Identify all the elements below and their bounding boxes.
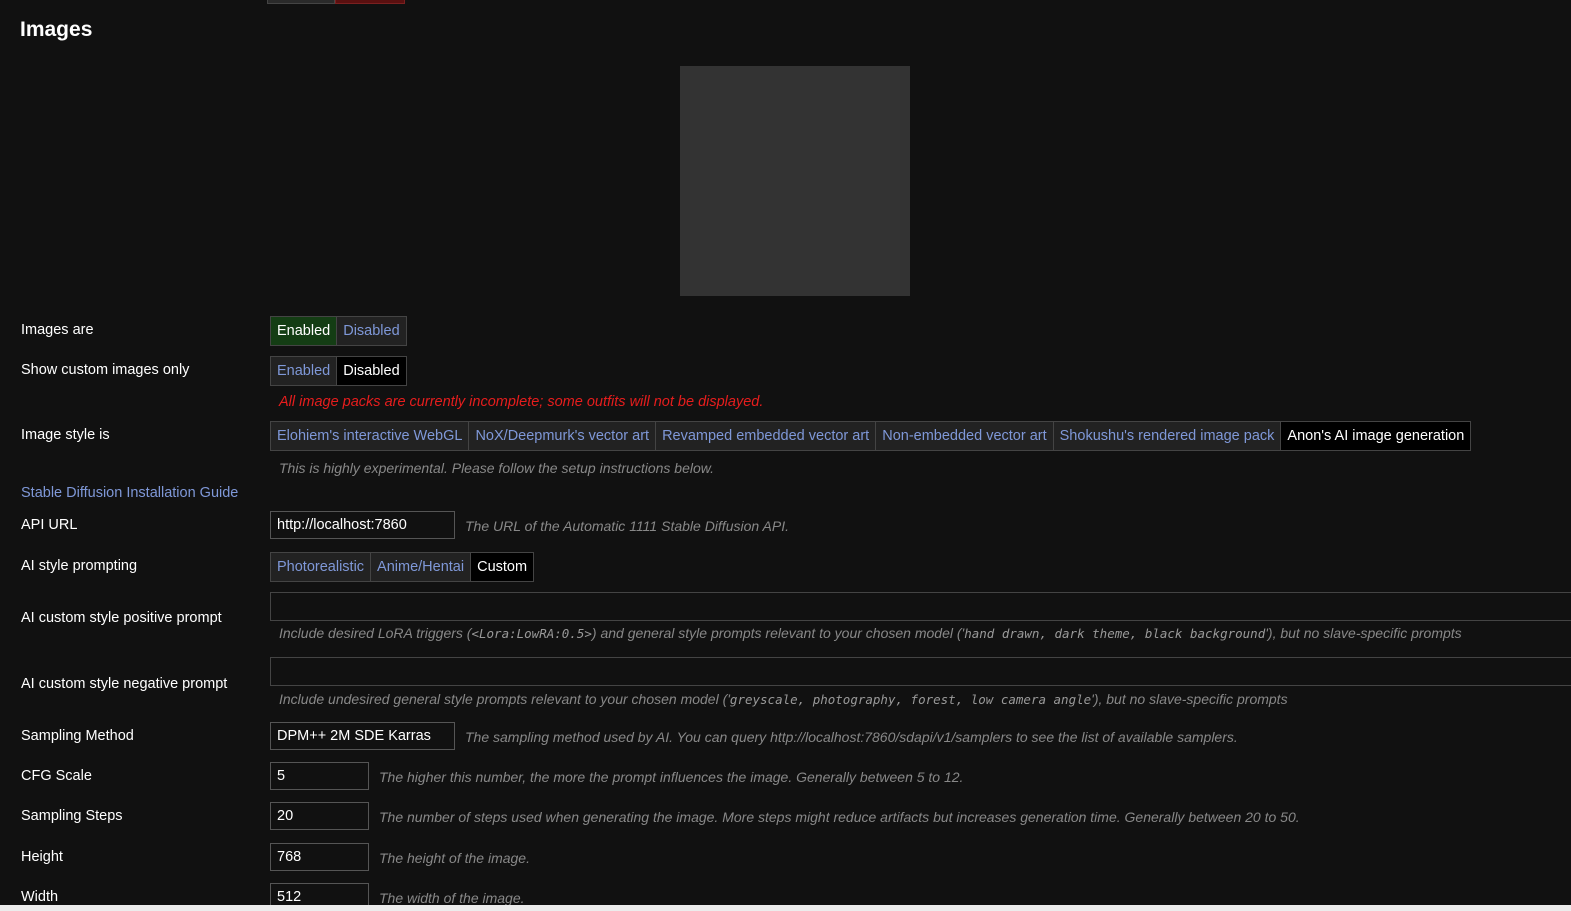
api-url-note: The URL of the Automatic 1111 Stable Dif… (465, 518, 789, 534)
sampling-steps-note: The number of steps used when generating… (379, 809, 1300, 825)
ai-style-photorealistic-button[interactable]: Photorealistic (271, 553, 372, 581)
positive-note-part-2: ) and general style prompts relevant to … (591, 625, 965, 641)
style-shokushu-button[interactable]: Shokushu's rendered image pack (1053, 422, 1282, 450)
sampling-steps-input[interactable] (270, 802, 369, 830)
style-nonembedded-vector-button[interactable]: Non-embedded vector art (876, 422, 1054, 450)
top-tab-left[interactable] (267, 0, 335, 4)
positive-note-code-1: <Lora:LowRA:0.5> (471, 626, 592, 641)
style-webgl-button[interactable]: Elohiem's interactive WebGL (271, 422, 470, 450)
negative-prompt-note: Include undesired general style prompts … (279, 691, 1288, 707)
image-style-selector: Elohiem's interactive WebGL NoX/Deepmurk… (270, 421, 1472, 451)
width-note: The width of the image. (379, 890, 525, 906)
sampling-method-note: The sampling method used by AI. You can … (465, 729, 1238, 745)
show-custom-label: Show custom images only (21, 362, 190, 378)
sampling-method-input[interactable] (270, 722, 455, 750)
style-nox-vector-button[interactable]: NoX/Deepmurk's vector art (469, 422, 657, 450)
api-url-input[interactable] (270, 511, 455, 539)
ai-style-label: AI style prompting (21, 558, 138, 574)
sampling-method-label: Sampling Method (21, 728, 134, 744)
negative-note-part-1: Include undesired general style prompts … (279, 691, 730, 707)
positive-note-part-3: '), but no slave-specific prompts (1265, 625, 1462, 641)
images-disabled-button[interactable]: Disabled (337, 317, 406, 345)
negative-note-part-2: '), but no slave-specific prompts (1091, 691, 1288, 707)
show-custom-toggle: Enabled Disabled (270, 356, 407, 386)
top-tab-strip (267, 0, 405, 4)
positive-note-code-2: hand drawn, dark theme, black background (964, 626, 1266, 641)
negative-prompt-input[interactable] (270, 657, 1571, 686)
page-title: Images (20, 18, 93, 41)
window-bottom-edge (0, 905, 1571, 911)
images-are-toggle: Enabled Disabled (270, 316, 407, 346)
height-note: The height of the image. (379, 850, 530, 866)
style-ai-generation-button[interactable]: Anon's AI image generation (1281, 422, 1471, 450)
ai-style-selector: Photorealistic Anime/Hentai Custom (270, 552, 535, 582)
height-label: Height (21, 849, 63, 865)
images-enabled-button[interactable]: Enabled (271, 317, 338, 345)
height-input[interactable] (270, 843, 369, 871)
api-url-label: API URL (21, 517, 78, 533)
sampling-steps-label: Sampling Steps (21, 808, 123, 824)
negative-prompt-label: AI custom style negative prompt (21, 676, 228, 692)
settings-page: Images Images are Enabled Disabled Show … (0, 0, 1571, 911)
show-custom-disabled-button[interactable]: Disabled (337, 357, 406, 385)
positive-prompt-input[interactable] (270, 592, 1571, 621)
image-pack-warning: All image packs are currently incomplete… (279, 394, 764, 410)
positive-prompt-note: Include desired LoRA triggers (<Lora:Low… (279, 625, 1462, 641)
image-style-note: This is highly experimental. Please foll… (279, 460, 714, 476)
show-custom-enabled-button[interactable]: Enabled (271, 357, 338, 385)
cfg-scale-note: The higher this number, the more the pro… (379, 769, 964, 785)
image-style-label: Image style is (21, 427, 110, 443)
width-label: Width (21, 889, 59, 905)
cfg-scale-label: CFG Scale (21, 768, 92, 784)
positive-prompt-label: AI custom style positive prompt (21, 610, 222, 626)
negative-note-code-1: greyscale, photography, forest, low came… (729, 692, 1092, 707)
image-preview (680, 66, 910, 296)
ai-style-anime-button[interactable]: Anime/Hentai (371, 553, 472, 581)
sd-install-guide-link[interactable]: Stable Diffusion Installation Guide (21, 485, 238, 501)
images-are-label: Images are (21, 322, 94, 338)
cfg-scale-input[interactable] (270, 762, 369, 790)
top-tab-right[interactable] (335, 0, 405, 4)
ai-style-custom-button[interactable]: Custom (471, 553, 534, 581)
positive-note-part-1: Include desired LoRA triggers ( (279, 625, 472, 641)
style-revamped-vector-button[interactable]: Revamped embedded vector art (656, 422, 877, 450)
